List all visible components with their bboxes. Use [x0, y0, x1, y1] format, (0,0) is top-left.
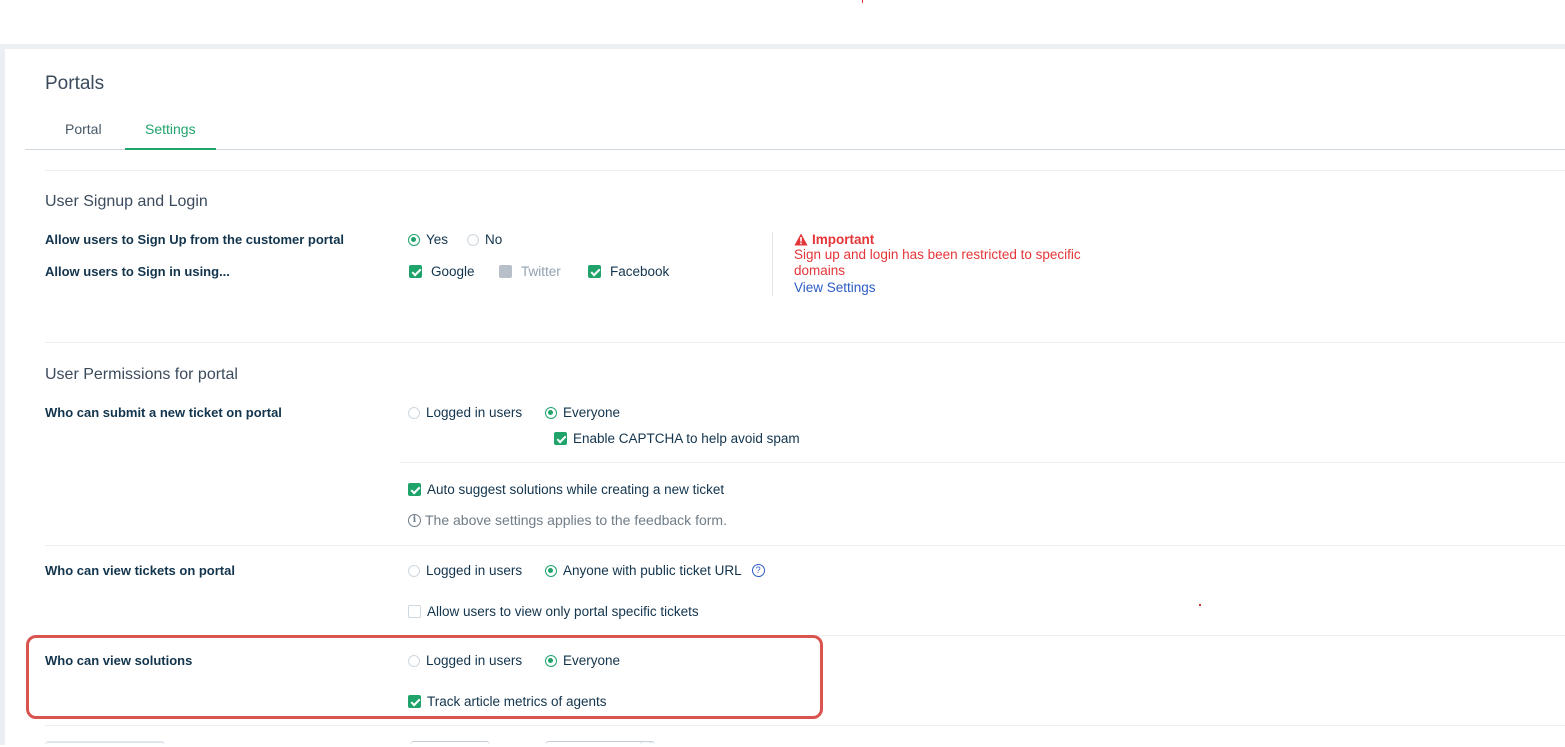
radio-selected-icon [545, 564, 557, 577]
checkbox-unchecked-icon [408, 605, 421, 618]
view-settings-link[interactable]: View Settings [794, 279, 1112, 296]
checkbox-label: Enable CAPTCHA to help avoid spam [573, 431, 800, 446]
warning-icon [794, 233, 808, 246]
checkbox-label: Twitter [521, 264, 561, 279]
checkbox-checked-icon [409, 265, 422, 278]
top-bar [0, 0, 1565, 44]
radio-label: Everyone [563, 405, 621, 420]
radio-label: Yes [426, 232, 449, 247]
checkbox-checked-icon [554, 432, 567, 445]
radio-selected-icon [408, 233, 420, 246]
radio-label: No [485, 232, 503, 247]
checkbox-checked-icon [588, 265, 601, 278]
section-divider [45, 342, 1565, 343]
signup-no-radio[interactable]: No [467, 232, 502, 247]
radio-label: Logged in users [426, 405, 523, 420]
radio-unselected-icon [408, 406, 420, 419]
radio-selected-icon [545, 406, 557, 419]
signup-label: Allow users to Sign Up from the customer… [45, 232, 345, 247]
submit-everyone-radio[interactable]: Everyone [545, 405, 620, 420]
view-tickets-public-url-radio[interactable]: Anyone with public ticket URL ? [545, 563, 765, 578]
captcha-checkbox[interactable]: Enable CAPTCHA to help avoid spam [554, 431, 800, 446]
feedback-note-text: The above settings applies to the feedba… [425, 512, 727, 528]
radio-label: Logged in users [426, 563, 523, 578]
row-divider [45, 725, 1565, 726]
portal-specific-checkbox[interactable]: Allow users to view only portal specific… [408, 604, 699, 619]
view-tickets-logged-in-radio[interactable]: Logged in users [408, 563, 522, 578]
checkbox-label: Allow users to view only portal specific… [427, 604, 699, 619]
tab-portal[interactable]: Portal [45, 111, 122, 150]
section-divider [45, 170, 1565, 171]
signin-twitter-checkbox[interactable]: Twitter [499, 264, 561, 279]
signin-facebook-checkbox[interactable]: Facebook [588, 264, 669, 279]
checkbox-label: Auto suggest solutions while creating a … [427, 482, 725, 497]
view-tickets-label: Who can view tickets on portal [45, 563, 235, 578]
checkbox-label: Facebook [610, 264, 670, 279]
radio-unselected-icon [408, 564, 420, 577]
signin-google-checkbox[interactable]: Google [409, 264, 475, 279]
signin-label: Allow users to Sign in using... [45, 264, 230, 279]
section-title-signup: User Signup and Login [45, 193, 208, 210]
important-heading: Important [794, 232, 1112, 247]
important-message: Sign up and login has been restricted to… [794, 247, 1081, 278]
signup-yes-radio[interactable]: Yes [408, 232, 448, 247]
checkbox-checked-icon [408, 483, 421, 496]
page-title: Portals [45, 73, 105, 94]
tab-bar: Portal Settings [25, 111, 1565, 150]
settings-panel: Portals Portal Settings User Signup and … [5, 49, 1565, 745]
stray-marker [1199, 604, 1201, 606]
row-divider [45, 545, 1565, 546]
checkbox-disabled-icon [499, 265, 512, 278]
submit-ticket-label: Who can submit a new ticket on portal [45, 405, 282, 420]
next-row-partial [45, 741, 745, 747]
radio-unselected-icon [467, 233, 479, 246]
feedback-note: i The above settings applies to the feed… [408, 512, 727, 528]
info-icon: i [408, 513, 421, 527]
submit-logged-in-radio[interactable]: Logged in users [408, 405, 522, 420]
radio-label: Anyone with public ticket URL [563, 563, 742, 578]
help-icon[interactable]: ? [751, 564, 765, 577]
section-title-permissions: User Permissions for portal [45, 366, 238, 383]
top-bar-marker [862, 0, 863, 3]
row-divider [400, 462, 1565, 463]
auto-suggest-checkbox[interactable]: Auto suggest solutions while creating a … [408, 482, 724, 497]
highlight-annotation [26, 635, 823, 719]
tab-settings[interactable]: Settings [125, 111, 216, 150]
important-notice: Important Sign up and login has been res… [772, 232, 1112, 296]
checkbox-label: Google [431, 264, 475, 279]
important-title: Important [812, 232, 875, 247]
